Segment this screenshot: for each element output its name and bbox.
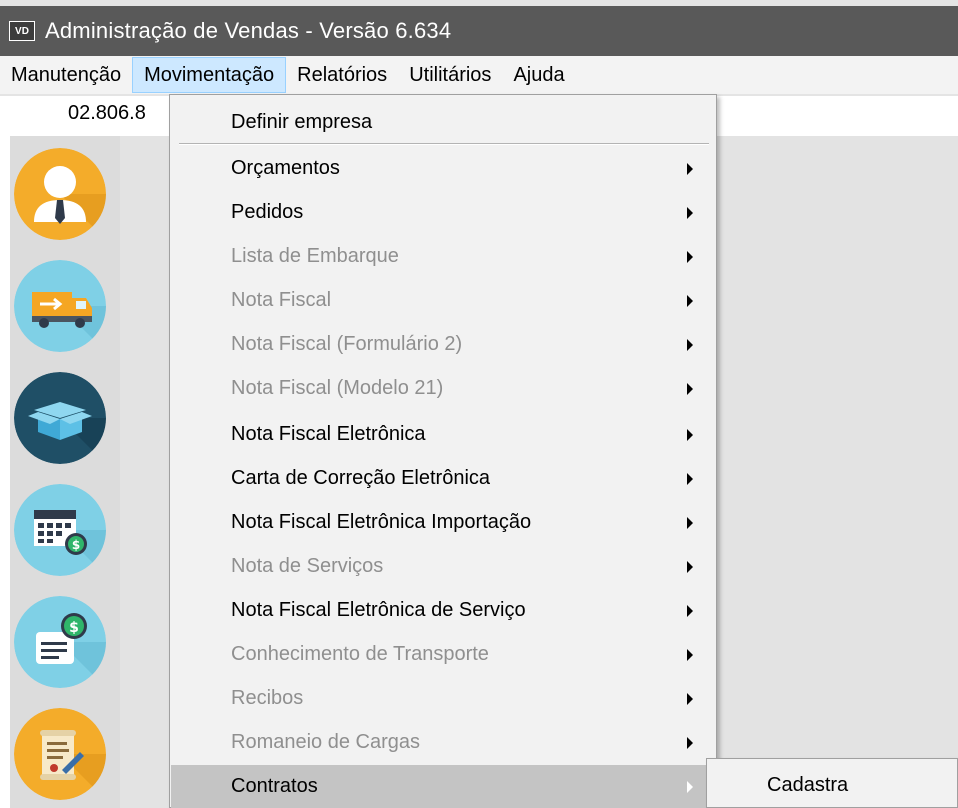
menuitem-pedidos[interactable]: Pedidos	[171, 191, 715, 234]
menuitem-contratos[interactable]: Contratos	[171, 765, 715, 808]
menu-manutencao[interactable]: Manutenção	[0, 57, 132, 93]
menuitem-lista-de-embarque: Lista de Embarque	[171, 235, 715, 278]
title-bar: VD Administração de Vendas - Versão 6.63…	[0, 6, 958, 56]
menuitem-label: Nota Fiscal Eletrônica de Serviço	[231, 599, 526, 621]
submenu-arrow-icon	[687, 604, 693, 617]
company-code: 02.806.8	[68, 102, 146, 124]
calendar-money-icon[interactable]: $	[14, 484, 106, 576]
menuitem-nota-de-servicos: Nota de Serviços	[171, 545, 715, 588]
menuitem-nota-fiscal-eletronica[interactable]: Nota Fiscal Eletrônica	[171, 413, 715, 456]
window-title: Administração de Vendas - Versão 6.634	[45, 18, 452, 43]
submenu-arrow-icon	[687, 516, 693, 529]
submenu-arrow-icon	[687, 162, 693, 175]
menuitem-conhecimento-de-transporte: Conhecimento de Transporte	[171, 633, 715, 676]
svg-text:$: $	[72, 538, 80, 552]
submenu-item-cadastra[interactable]: Cadastra	[707, 765, 957, 805]
menuitem-label: Definir empresa	[231, 111, 373, 133]
menuitem-nfe-importacao[interactable]: Nota Fiscal Eletrônica Importação	[171, 501, 715, 544]
submenu-arrow-icon	[687, 428, 693, 441]
menuitem-label: Nota Fiscal Eletrônica	[231, 423, 426, 445]
menuitem-label: Carta de Correção Eletrônica	[231, 467, 491, 489]
menuitem-romaneio-de-cargas: Romaneio de Cargas	[171, 721, 715, 764]
menuitem-orcamentos[interactable]: Orçamentos	[171, 147, 715, 190]
menu-relatorios[interactable]: Relatórios	[286, 57, 398, 93]
truck-icon[interactable]	[14, 260, 106, 352]
menuitem-label: Lista de Embarque	[231, 245, 399, 267]
menuitem-label: Romaneio de Cargas	[231, 731, 420, 753]
submenu-arrow-icon	[687, 294, 693, 307]
submenu-arrow-icon	[687, 472, 693, 485]
menu-utilitarios[interactable]: Utilitários	[398, 57, 502, 93]
menuitem-recibos: Recibos	[171, 677, 715, 720]
menuitem-label: Contratos	[231, 775, 318, 797]
menuitem-label: Pedidos	[231, 201, 304, 223]
movimentacao-dropdown: Definir empresa Orçamentos Pedidos Lista…	[169, 94, 717, 808]
menuitem-label: Nota Fiscal	[231, 289, 332, 311]
left-toolbar: $ $	[0, 136, 120, 808]
menuitem-label: Recibos	[231, 687, 304, 709]
menuitem-label: Nota Fiscal (Formulário 2)	[231, 333, 463, 355]
menu-movimentacao[interactable]: Movimentação	[132, 57, 287, 93]
menuitem-carta-de-correcao[interactable]: Carta de Correção Eletrônica	[171, 457, 715, 500]
menuitem-label: Orçamentos	[231, 157, 340, 179]
submenu-arrow-icon	[687, 206, 693, 219]
submenu-arrow-icon	[687, 560, 693, 573]
contract-icon[interactable]	[14, 708, 106, 800]
app-icon[interactable]: VD	[9, 21, 35, 41]
submenu-arrow-icon	[687, 736, 693, 749]
submenu-arrow-icon	[687, 648, 693, 661]
submenu-item-label: Cadastra	[767, 773, 849, 796]
menuitem-definir-empresa[interactable]: Definir empresa	[171, 101, 715, 144]
menuitem-nota-fiscal: Nota Fiscal	[171, 279, 715, 322]
invoice-money-icon[interactable]: $	[14, 596, 106, 688]
menu-ajuda[interactable]: Ajuda	[502, 57, 575, 93]
submenu-arrow-icon	[687, 250, 693, 263]
submenu-arrow-icon	[687, 382, 693, 395]
menu-bar: Manutenção Movimentação Relatórios Utili…	[0, 56, 958, 94]
menuitem-nota-fiscal-modelo-21: Nota Fiscal (Modelo 21)	[171, 367, 715, 410]
box-icon[interactable]	[14, 372, 106, 464]
submenu-arrow-icon	[687, 692, 693, 705]
menuitem-label: Nota Fiscal Eletrônica Importação	[231, 511, 532, 533]
toolbar-divider	[0, 136, 10, 808]
menu-separator	[179, 143, 709, 145]
svg-text:$: $	[69, 620, 79, 636]
menuitem-nota-fiscal-formulario-2: Nota Fiscal (Formulário 2)	[171, 323, 715, 366]
user-icon[interactable]	[14, 148, 106, 240]
menuitem-label: Nota de Serviços	[231, 555, 384, 577]
contratos-submenu: Cadastra	[706, 758, 958, 808]
menuitem-label: Conhecimento de Transporte	[231, 643, 489, 665]
submenu-arrow-icon	[687, 780, 693, 793]
submenu-arrow-icon	[687, 338, 693, 351]
menuitem-nfe-servico[interactable]: Nota Fiscal Eletrônica de Serviço	[171, 589, 715, 632]
menuitem-label: Nota Fiscal (Modelo 21)	[231, 377, 444, 399]
